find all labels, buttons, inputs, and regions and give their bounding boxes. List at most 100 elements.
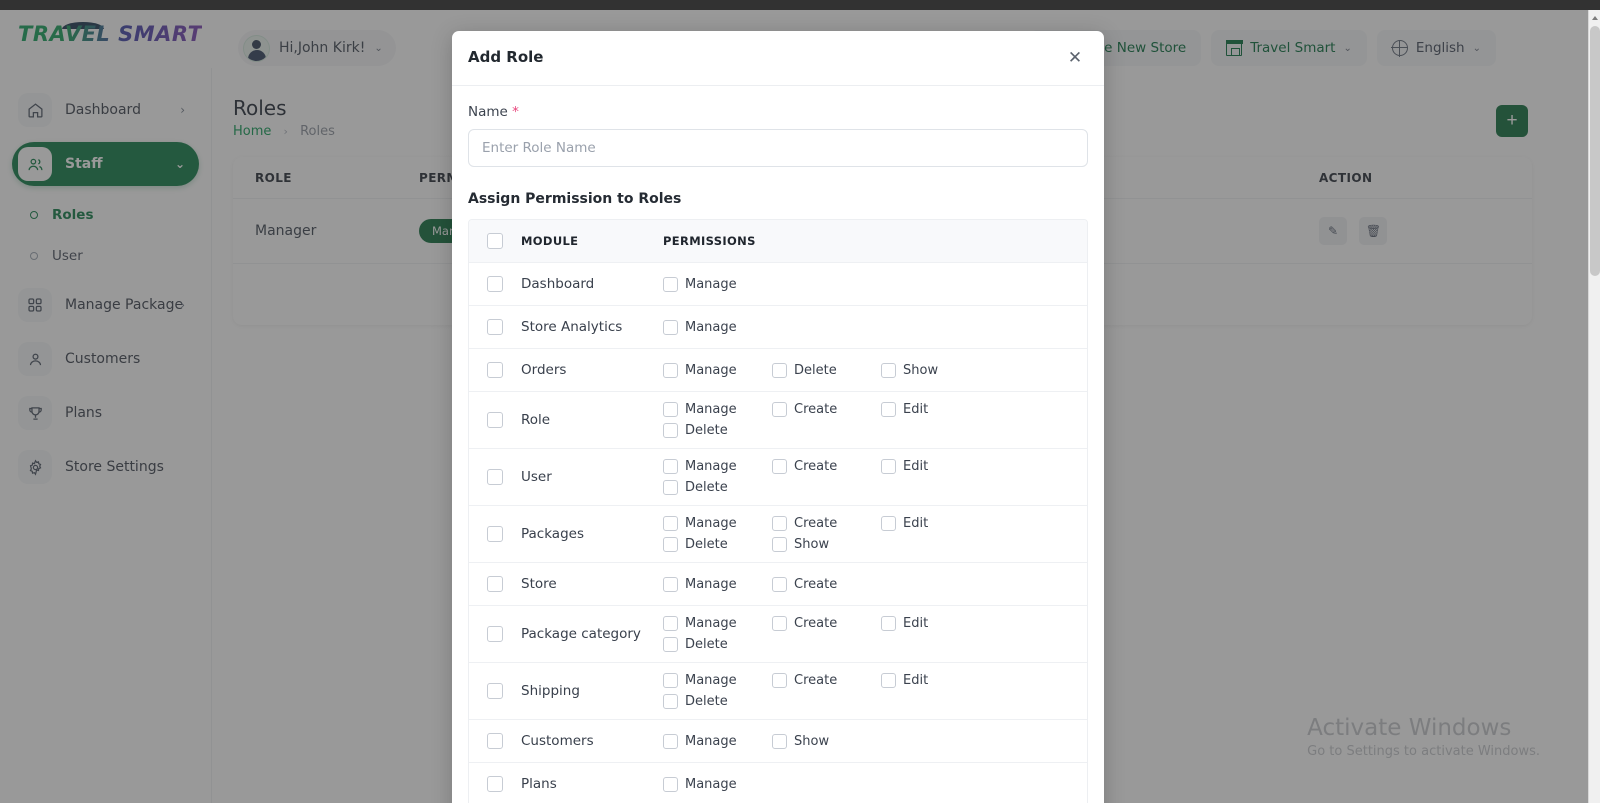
scrollbar-up-arrow-icon[interactable] [1589,10,1600,24]
permission-checkbox[interactable] [772,576,787,592]
page-scrollbar[interactable] [1588,10,1600,803]
permission-option[interactable]: Edit [881,613,990,634]
permission-option[interactable]: Create [772,456,881,477]
permission-label: Edit [903,402,929,417]
permission-checkbox[interactable] [663,673,678,688]
permission-option[interactable]: Delete [663,634,772,655]
row-select-checkbox[interactable] [487,362,503,378]
permission-checkbox[interactable] [663,637,678,652]
row-select-checkbox[interactable] [487,576,503,592]
row-select-checkbox[interactable] [487,526,503,542]
modal-title: Add Role [468,48,544,66]
row-select-checkbox[interactable] [487,469,503,485]
row-select-checkbox[interactable] [487,776,503,792]
permission-checkbox[interactable] [772,733,787,749]
scrollbar-thumb[interactable] [1590,26,1600,276]
permission-checkbox[interactable] [663,537,678,552]
permission-option[interactable]: Delete [663,691,772,712]
permission-checkbox[interactable] [881,402,896,417]
permission-checkbox[interactable] [772,459,787,474]
permission-option[interactable]: Delete [663,534,772,555]
permission-checkbox[interactable] [663,776,678,792]
permission-label: Delete [685,423,728,438]
role-name-input[interactable] [468,129,1088,167]
permission-checkbox[interactable] [663,733,678,749]
permission-option[interactable]: Delete [663,420,772,441]
close-icon[interactable]: ✕ [1063,46,1087,70]
permission-option[interactable]: Create [772,574,881,595]
row-select-checkbox[interactable] [487,683,503,699]
permission-label: Create [794,673,838,688]
permission-option[interactable]: Create [772,399,881,420]
permission-checkbox[interactable] [663,616,678,631]
permission-option[interactable]: Manage [663,574,772,595]
permission-option[interactable]: Create [772,513,881,534]
permission-option[interactable]: Manage [663,774,772,795]
row-select-checkbox[interactable] [487,412,503,428]
permission-option[interactable]: Show [881,360,990,381]
permission-option[interactable]: Manage [663,360,772,381]
row-checkbox-cell [469,683,521,699]
table-row: Packages Manage Create Edit Delete Show [469,506,1087,563]
permission-option[interactable]: Edit [881,399,990,420]
permission-option[interactable]: Show [772,731,881,752]
permission-option[interactable]: Manage [663,513,772,534]
permission-option[interactable]: Delete [663,477,772,498]
permission-checkbox[interactable] [772,362,787,378]
permission-checkbox[interactable] [663,362,678,378]
permission-option[interactable]: Show [772,534,881,555]
cell-module-name: User [521,469,552,485]
permission-checkbox[interactable] [881,459,896,474]
permission-option[interactable]: Edit [881,513,990,534]
permission-checkbox[interactable] [663,694,678,709]
cell-module-name: Orders [521,362,567,378]
permission-option[interactable]: Manage [663,613,772,634]
table-row: Shipping Manage Create Edit Delete [469,663,1087,720]
cell-permissions: Manage Show [663,724,1087,759]
permission-option[interactable]: Manage [663,670,772,691]
permission-checkbox[interactable] [663,319,678,335]
row-select-checkbox[interactable] [487,626,503,642]
permission-option[interactable]: Create [772,670,881,691]
name-label-text: Name [468,104,508,120]
cell-permissions: Manage [663,310,1087,345]
permission-checkbox[interactable] [881,516,896,531]
table-row: Plans Manage [469,763,1087,803]
permission-checkbox[interactable] [663,276,678,292]
cell-permissions: Manage [663,267,1087,302]
permission-checkbox[interactable] [663,423,678,438]
permission-option[interactable]: Manage [663,456,772,477]
permission-label: Create [794,459,838,474]
permission-option[interactable]: Manage [663,317,772,338]
permission-checkbox[interactable] [881,362,896,378]
permission-checkbox[interactable] [772,537,787,552]
permission-checkbox[interactable] [663,576,678,592]
row-select-checkbox[interactable] [487,733,503,749]
row-select-checkbox[interactable] [487,319,503,335]
permission-option[interactable]: Manage [663,274,772,295]
select-all-checkbox[interactable] [487,233,503,249]
permission-checkbox[interactable] [772,616,787,631]
permission-checkbox[interactable] [663,402,678,417]
permission-option[interactable]: Edit [881,670,990,691]
permission-checkbox[interactable] [772,673,787,688]
table-row: Orders Manage Delete Show [469,349,1087,392]
permission-checkbox[interactable] [881,673,896,688]
cell-module-name: Dashboard [521,276,595,292]
permission-option[interactable]: Manage [663,399,772,420]
row-checkbox-cell [469,319,521,335]
permission-label: Manage [685,776,737,792]
permission-option[interactable]: Create [772,613,881,634]
permission-option[interactable]: Manage [663,731,772,752]
permission-checkbox[interactable] [663,480,678,495]
permission-checkbox[interactable] [772,402,787,417]
permission-option[interactable]: Delete [772,360,881,381]
permission-checkbox[interactable] [881,616,896,631]
permission-label: Delete [685,637,728,652]
permission-checkbox[interactable] [772,516,787,531]
row-select-checkbox[interactable] [487,276,503,292]
row-checkbox-cell [469,733,521,749]
permission-checkbox[interactable] [663,459,678,474]
permission-option[interactable]: Edit [881,456,990,477]
permission-checkbox[interactable] [663,516,678,531]
